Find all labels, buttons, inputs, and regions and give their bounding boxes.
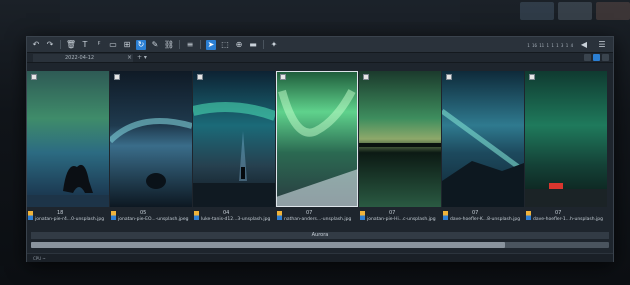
background-thumb	[596, 2, 630, 20]
tab-date[interactable]: 2022-04-12	[33, 54, 133, 62]
select-icon[interactable]: ⬚	[220, 40, 230, 50]
select-checkbox[interactable]	[31, 74, 37, 80]
snowy-aurora-image	[276, 89, 358, 207]
toolbar-counter-text: 1 16 11 1 1 1 3 1 4	[527, 42, 573, 48]
select-frame-icon[interactable]: ⊞	[122, 40, 132, 50]
toolbar-separator	[60, 40, 61, 49]
trash-icon[interactable]: 🗑	[66, 40, 76, 50]
horizontal-scrollbar[interactable]	[31, 242, 609, 248]
detail-view-icon[interactable]	[602, 54, 609, 61]
photo-thumbnail[interactable]	[27, 71, 109, 207]
photo-thumbnail[interactable]	[442, 71, 524, 207]
cursor-icon[interactable]: ➤	[206, 39, 216, 50]
person-aurora-image	[193, 102, 275, 207]
file-type-icon	[360, 211, 365, 220]
photo-filename: dave-hoefler-K...8-unsplash.jpg	[450, 217, 521, 222]
photo-caption: 07 dave-hoefler-1...h-unsplash.jpg	[525, 209, 607, 225]
file-type-icon	[111, 211, 116, 220]
photo-number: 07	[306, 210, 313, 216]
menu-icon[interactable]: ☰	[597, 40, 607, 50]
photo-browser-window: ↶ ↷ 🗑 T ꟳ ▭ ⊞ ↻ ✎ ⛓ ≡ ➤ ⬚ ⊕ ▬ ✦ 1 16 11 …	[26, 36, 614, 262]
background-thumb	[558, 2, 592, 20]
photo-number: 05	[140, 210, 147, 216]
select-checkbox[interactable]	[446, 74, 452, 80]
photo-filename: nathan-anders...-unsplash.jpg	[284, 217, 352, 222]
photo-number: 07	[555, 210, 562, 216]
photo-caption: 07 jonatan-pie-Hi...c-unsplash.jpg	[359, 209, 441, 225]
tab-add-icon[interactable]: + ▾	[137, 54, 147, 62]
photo-filmstrip: 18 jonatan-pie-r4...0-unsplash.jpg 05 jona…	[27, 71, 613, 257]
group-label-bar[interactable]: Aurora	[31, 232, 609, 239]
select-plus-icon[interactable]: ⊕	[234, 40, 244, 50]
photo-number: 07	[389, 210, 396, 216]
lake-night-image	[110, 118, 192, 189]
photo-number: 18	[57, 210, 64, 216]
text-format-icon[interactable]: ꟳ	[94, 40, 104, 50]
text-icon[interactable]: T	[80, 40, 90, 50]
photo-thumbnail[interactable]	[193, 71, 275, 207]
photo-thumbnail[interactable]	[359, 71, 441, 207]
photo-number: 07	[472, 210, 479, 216]
photo-thumbnail[interactable]	[110, 71, 192, 207]
rows-icon[interactable]: ≡	[185, 40, 195, 50]
toolbar-separator	[179, 40, 180, 49]
redo-icon[interactable]: ↷	[45, 40, 55, 50]
display-icon[interactable]: ▬	[248, 40, 258, 50]
tab-label: 2022-04-12	[65, 55, 95, 61]
photo-filename: dave-hoefler-1...h-unsplash.jpg	[533, 217, 603, 222]
select-checkbox[interactable]	[280, 74, 286, 80]
select-checkbox[interactable]	[197, 74, 203, 80]
select-checkbox[interactable]	[529, 74, 535, 80]
photo-number: 04	[223, 210, 230, 216]
rock-arch-image	[27, 164, 109, 207]
photo-caption: 05 jonatan-pie-EO...-unsplash.jpeg	[110, 209, 192, 225]
toolbar-separator	[263, 40, 264, 49]
rotate-icon[interactable]: ↻	[136, 39, 146, 50]
magic-icon[interactable]: ✦	[269, 40, 279, 50]
select-checkbox[interactable]	[114, 74, 120, 80]
file-type-icon	[194, 211, 199, 220]
photo-filename: jonatan-pie-EO...-unsplash.jpeg	[118, 217, 189, 222]
photo-filename: jonatan-pie-r4...0-unsplash.jpg	[35, 217, 105, 222]
reflection-aurora-image	[359, 143, 441, 147]
undo-icon[interactable]: ↶	[31, 40, 41, 50]
link-icon[interactable]: ⛓	[164, 40, 174, 50]
brush-icon[interactable]: ✎	[150, 40, 160, 50]
file-type-icon	[28, 211, 33, 220]
photo-caption: 04 luke-tanis-d12...3-unsplash.jpg	[193, 209, 275, 225]
filmstrip-view-icon[interactable]	[593, 54, 600, 61]
photo-filename: jonatan-pie-Hi...c-unsplash.jpg	[367, 217, 436, 222]
caption-icon[interactable]: ▭	[108, 40, 118, 50]
grid-view-icon[interactable]	[584, 54, 591, 61]
photo-filename: luke-tanis-d12...3-unsplash.jpg	[201, 217, 271, 222]
file-type-icon	[277, 211, 282, 220]
file-type-icon	[443, 211, 448, 220]
background-app-strip	[60, 0, 460, 22]
tab-close-icon[interactable]: ×	[127, 54, 132, 62]
toolbar-right: 1 16 11 1 1 1 3 1 4 ◀ ☰	[527, 40, 609, 50]
toolbar: ↶ ↷ 🗑 T ꟳ ▭ ⊞ ↻ ✎ ⛓ ≡ ➤ ⬚ ⊕ ▬ ✦ 1 16 11 …	[27, 37, 613, 53]
car-aurora-image	[525, 183, 607, 207]
photo-caption: 07 dave-hoefler-K...8-unsplash.jpg	[442, 209, 524, 225]
file-type-icon	[526, 211, 531, 220]
select-checkbox[interactable]	[363, 74, 369, 80]
photo-thumbnail-selected[interactable]	[276, 71, 358, 207]
volume-icon[interactable]: ◀	[579, 40, 589, 50]
toolbar-separator	[200, 40, 201, 49]
view-mode-switch	[584, 54, 609, 61]
photo-caption: 07 nathan-anders...-unsplash.jpg	[276, 209, 358, 225]
background-thumb	[520, 2, 554, 20]
scrollbar-thumb[interactable]	[31, 242, 505, 248]
caption-row: 18 jonatan-pie-r4...0-unsplash.jpg 05 jona…	[27, 209, 613, 225]
tab-bar: 2022-04-12 × + ▾	[27, 53, 613, 63]
mountain-aurora-image	[442, 108, 524, 207]
photo-thumbnail[interactable]	[525, 71, 607, 207]
photo-row	[27, 71, 613, 207]
photo-caption: 18 jonatan-pie-r4...0-unsplash.jpg	[27, 209, 109, 225]
status-bar: CPU ~	[27, 253, 613, 262]
